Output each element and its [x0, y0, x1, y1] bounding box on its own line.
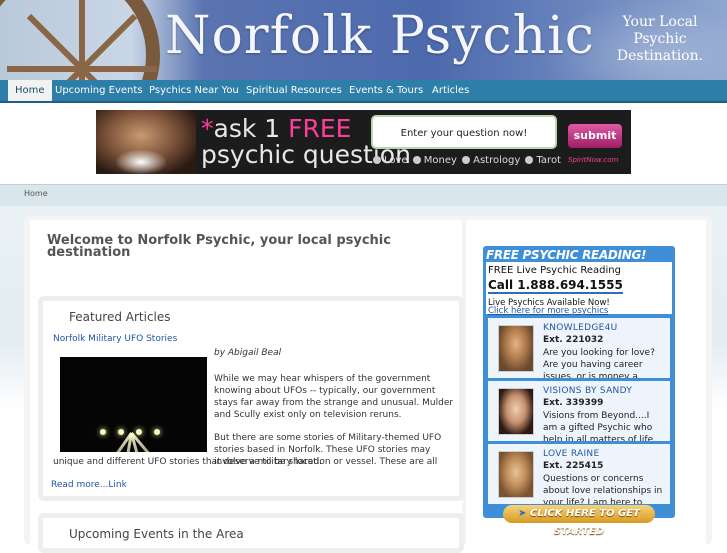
psychic-name[interactable]: VISIONS BY SANDY	[543, 386, 632, 396]
option-astrology: Astrology	[473, 155, 521, 166]
free-reading-heading: FREE PSYCHIC READING!	[486, 248, 647, 262]
article-paragraph-1: While we may hear whispers of the govern…	[214, 374, 454, 420]
psychic-ext: Ext. 225415	[543, 461, 604, 471]
psychic-avatar	[498, 388, 534, 435]
nav-spiritual-resources[interactable]: Spiritual Resources	[239, 80, 349, 101]
nav-articles[interactable]: Articles	[425, 80, 476, 101]
psychic-avatar	[498, 325, 534, 372]
psychic-card[interactable]: KNOWLEDGE4U Ext. 221032 Are you looking …	[488, 318, 670, 378]
psychic-card[interactable]: LOVE RAINE Ext. 225415 Questions or conc…	[488, 444, 670, 504]
site-header: Norfolk Psychic Your Local Psychic Desti…	[0, 0, 727, 80]
ad-topic-options: Love Money Astrology Tarot	[371, 155, 561, 166]
article-title-link[interactable]: Norfolk Military UFO Stories	[53, 334, 177, 344]
page-title: Welcome to Norfolk Psychic, your local p…	[47, 233, 391, 260]
radio-money[interactable]	[412, 156, 421, 164]
ad-banner[interactable]: *ask 1 FREE psychic question Enter your …	[96, 110, 631, 174]
radio-astrology[interactable]	[462, 156, 471, 164]
nav-upcoming-events[interactable]: Upcoming Events	[48, 80, 150, 101]
breadcrumb-home[interactable]: Home	[24, 189, 48, 198]
option-love: Love	[384, 155, 408, 166]
main-nav: Home Upcoming Events Psychics Near You S…	[0, 80, 727, 103]
ad-headline: *ask 1 FREE	[201, 114, 351, 143]
ad-headline-free: FREE	[288, 114, 352, 143]
psychic-card[interactable]: VISIONS BY SANDY Ext. 339399 Visions fro…	[488, 381, 670, 441]
arrow-icon: ➤	[518, 508, 530, 519]
more-psychics-link[interactable]: Click here for more psychics	[488, 306, 608, 316]
radio-love[interactable]	[373, 156, 381, 164]
site-title[interactable]: Norfolk Psychic	[165, 6, 595, 66]
psychic-ext: Ext. 339399	[543, 398, 604, 408]
psychic-description: Are you looking for love? Are you having…	[543, 348, 655, 378]
radio-tarot[interactable]	[525, 156, 534, 164]
read-more-link[interactable]: Read more...Link	[51, 480, 127, 490]
ad-star: *	[201, 114, 214, 143]
call-number: Call 1.888.694.1555	[488, 278, 623, 294]
ufo-lights-image	[60, 357, 207, 452]
breadcrumb-bar: Home	[0, 184, 727, 207]
get-started-button[interactable]: ➤ CLICK HERE TO GET STARTED	[503, 505, 655, 537]
psychic-name[interactable]: KNOWLEDGE4U	[543, 323, 618, 333]
option-money: Money	[423, 155, 457, 166]
article-paragraph-2-continued: unique and different UFO stories that de…	[53, 457, 322, 467]
live-reading-text: FREE Live Psychic Reading	[488, 265, 621, 276]
ad-question-input[interactable]: Enter your question now!	[371, 115, 557, 149]
crystal-ball-glow	[116, 150, 166, 174]
psychic-name[interactable]: LOVE RAINE	[543, 449, 599, 459]
ad-brand: SpiritNow.com	[568, 156, 619, 164]
nav-events-tours[interactable]: Events & Tours	[342, 80, 430, 101]
ship-wheel-image	[0, 0, 160, 80]
upcoming-events-title: Upcoming Events in the Area	[69, 527, 244, 541]
psychic-description: Questions or concerns about love relatio…	[543, 474, 663, 504]
psychic-avatar	[498, 451, 534, 498]
psychic-description: Visions from Beyond....I am a gifted Psy…	[543, 411, 656, 441]
article-author: by Abigail Beal	[214, 348, 282, 358]
option-tarot: Tarot	[536, 155, 561, 166]
featured-articles-title: Featured Articles	[69, 310, 171, 324]
ad-headline-prefix: ask 1	[213, 114, 289, 143]
nav-psychics-near-you[interactable]: Psychics Near You	[142, 80, 246, 101]
psychic-ext: Ext. 221032	[543, 335, 604, 345]
nav-home[interactable]: Home	[8, 80, 52, 101]
site-tagline: Your Local Psychic Destination.	[616, 14, 704, 64]
ad-submit-button[interactable]: submit	[568, 124, 622, 148]
